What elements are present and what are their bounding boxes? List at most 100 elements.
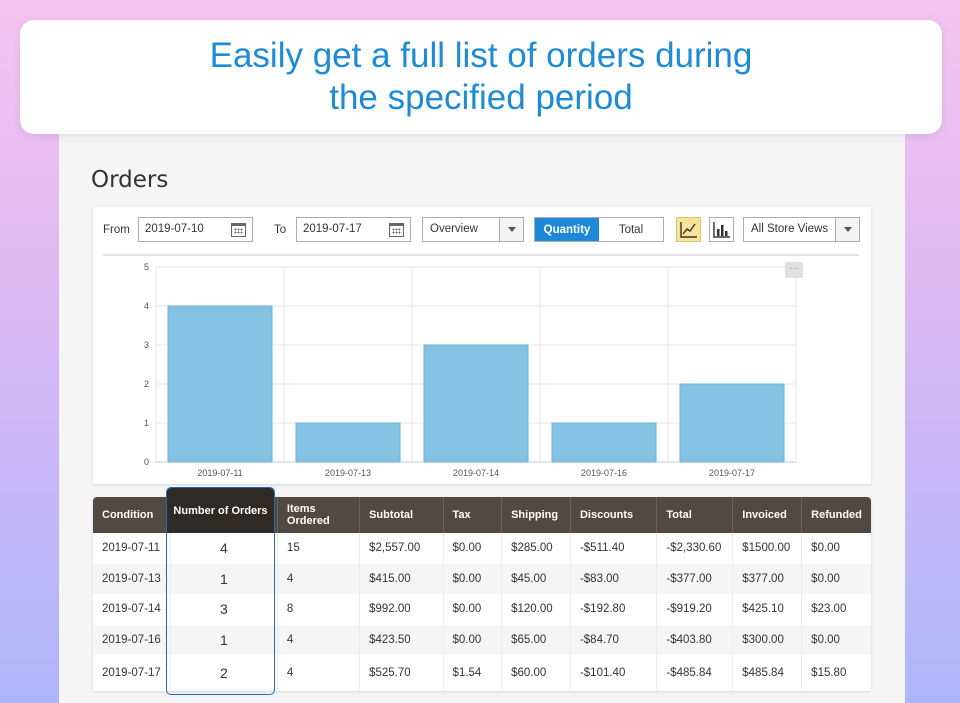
table-body: 2019-07-11 4 15 $2,557.00 $0.00 $285.00 -$511.… xyxy=(93,533,871,690)
table-row: 2019-07-13 1 4 $415.00 $0.00 $45.00 -$83.00 -$3… xyxy=(93,563,871,594)
y-tick-label: 0 xyxy=(144,457,149,467)
column-header-subtotal[interactable]: Subtotal xyxy=(359,497,444,533)
cell-shipping: $285.00 xyxy=(501,533,571,564)
chart-divider xyxy=(103,254,859,256)
store-view-select[interactable]: All Store Views xyxy=(743,217,860,242)
total-toggle-button[interactable]: Total xyxy=(599,218,663,241)
cell-total: -$377.00 xyxy=(656,563,733,594)
chevron-down-icon xyxy=(499,218,523,241)
cell-items-ordered: 4 xyxy=(276,655,360,690)
chart-more-button[interactable]: ··· xyxy=(785,262,803,278)
bar-chart-icon xyxy=(713,222,730,238)
orders-bar-chart: 0 1 2 3 4 5 2019-07-11 2019-07-13 2019-07-14 2019… xyxy=(144,262,797,478)
to-date-value: 2019-07-17 xyxy=(303,223,362,235)
headline-line-2: the specified period xyxy=(329,78,633,117)
column-header-tax[interactable]: Tax xyxy=(442,497,502,533)
bar xyxy=(679,383,785,463)
from-label: From xyxy=(103,224,130,236)
cell-subtotal: $423.50 xyxy=(359,624,444,655)
cell-items-ordered: 4 xyxy=(276,563,360,594)
cell-invoiced: $300.00 xyxy=(732,624,802,655)
cell-condition: 2019-07-16 xyxy=(102,633,161,646)
cell-tax: $0.00 xyxy=(442,563,502,594)
bar xyxy=(167,305,273,463)
from-date-field[interactable]: 2019-07-10 xyxy=(138,217,253,242)
store-view-value: All Store Views xyxy=(751,223,829,235)
cell-items-ordered: 15 xyxy=(276,533,360,564)
line-chart-icon xyxy=(680,222,697,238)
cell-total: -$2,330.60 xyxy=(656,533,733,564)
quantity-toggle-button[interactable]: Quantity xyxy=(535,218,599,241)
x-tick-label: 2019-07-17 xyxy=(709,468,755,478)
column-header-total[interactable]: Total xyxy=(656,497,733,533)
to-date-field[interactable]: 2019-07-17 xyxy=(296,217,411,242)
cell-number-of-orders: 4 xyxy=(169,533,278,564)
y-tick-label: 2 xyxy=(144,379,149,389)
column-header-invoiced[interactable]: Invoiced xyxy=(732,497,802,533)
headline-line-1: Easily get a full list of orders during xyxy=(209,36,753,75)
from-date-value: 2019-07-10 xyxy=(145,223,204,235)
headline-card: Easily get a full list of orders during … xyxy=(20,20,942,134)
cell-refunded: $15.80 xyxy=(801,655,871,690)
filter-toolbar: From 2019-07-10 To 2019-07-17 Overview Q… xyxy=(93,207,871,253)
cell-shipping: $45.00 xyxy=(501,563,571,594)
column-header-condition[interactable]: Condition xyxy=(93,497,170,533)
cell-discounts: -$511.40 xyxy=(569,533,657,564)
cell-subtotal: $415.00 xyxy=(359,563,444,594)
column-header-discounts[interactable]: Discounts xyxy=(569,497,657,533)
column-header-items-ordered[interactable]: Items Ordered xyxy=(276,497,360,533)
view-select-value: Overview xyxy=(430,223,478,235)
view-select[interactable]: Overview xyxy=(422,217,524,242)
cell-discounts: -$101.40 xyxy=(569,655,657,690)
cell-invoiced: $485.84 xyxy=(732,655,802,690)
y-tick-label: 1 xyxy=(144,418,149,428)
cell-invoiced: $1500.00 xyxy=(732,533,802,564)
cell-tax: $0.00 xyxy=(442,594,502,625)
table-row: 2019-07-14 3 8 $992.00 $0.00 $120.00 -$192.80-… xyxy=(93,594,871,625)
cell-total: -$485.84 xyxy=(656,655,733,690)
cell-shipping: $120.00 xyxy=(501,594,571,625)
cell-condition: 2019-07-17 xyxy=(102,666,161,679)
x-tick-label: 2019-07-16 xyxy=(581,468,627,478)
cell-condition: 2019-07-13 xyxy=(102,572,161,585)
line-chart-button[interactable] xyxy=(676,217,701,242)
cell-number-of-orders: 3 xyxy=(169,594,278,625)
x-tick-label: 2019-07-14 xyxy=(453,468,499,478)
chevron-down-icon xyxy=(835,218,859,241)
cell-invoiced: $377.00 xyxy=(732,563,802,594)
cell-subtotal: $992.00 xyxy=(359,594,444,625)
column-header-refunded[interactable]: Refunded xyxy=(801,497,871,533)
cell-items-ordered: 8 xyxy=(276,594,360,625)
y-tick-label: 5 xyxy=(144,262,149,272)
y-tick-label: 3 xyxy=(144,340,149,350)
cell-subtotal: $525.70 xyxy=(359,655,444,690)
page-title: Orders xyxy=(91,167,169,193)
orders-chart-card: From 2019-07-10 To 2019-07-17 Overview Q… xyxy=(93,207,871,484)
bar xyxy=(551,422,657,463)
cell-invoiced: $425.10 xyxy=(732,594,802,625)
cell-number-of-orders: 2 xyxy=(169,655,278,690)
cell-discounts: -$83.00 xyxy=(569,563,657,594)
cell-refunded: $23.00 xyxy=(801,594,871,625)
cell-total: -$919.20 xyxy=(656,594,733,625)
cell-number-of-orders: 1 xyxy=(169,624,278,655)
x-tick-label: 2019-07-11 xyxy=(197,468,242,478)
cell-tax: $0.00 xyxy=(442,624,502,655)
table-row: 2019-07-16 1 4 $423.50 $0.00 $65.00 -$84.70 -$4… xyxy=(93,624,871,655)
x-tick-label: 2019-07-13 xyxy=(325,468,371,478)
headline: Easily get a full list of orders during … xyxy=(210,35,753,119)
bar-chart-button[interactable] xyxy=(709,217,734,242)
table-row: 2019-07-17 2 4 $525.70 $1.54 $60.00 -$101.40 -$… xyxy=(93,655,871,690)
to-label: To xyxy=(274,224,287,236)
column-header-shipping[interactable]: Shipping xyxy=(501,497,571,533)
cell-total: -$403.80 xyxy=(656,624,733,655)
calendar-icon[interactable] xyxy=(389,223,404,237)
calendar-icon[interactable] xyxy=(231,223,246,237)
cell-discounts: -$192.80 xyxy=(569,594,657,625)
table-row: 2019-07-11 4 15 $2,557.00 $0.00 $285.00 -$511.… xyxy=(93,533,871,564)
number-of-orders-highlight-header: Number of Orders xyxy=(167,488,274,533)
cell-condition: 2019-07-11 xyxy=(102,542,160,555)
cell-refunded: $0.00 xyxy=(801,533,871,564)
cell-refunded: $0.00 xyxy=(801,563,871,594)
metric-toggle: Quantity Total xyxy=(534,217,664,242)
